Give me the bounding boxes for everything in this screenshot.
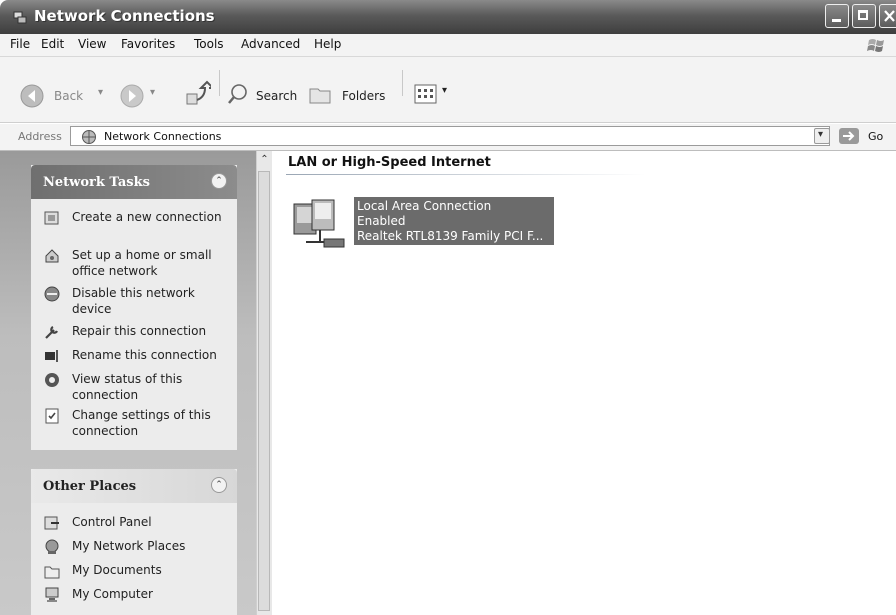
other-places-header[interactable]: Other Places ⌃ [31, 469, 237, 503]
views-icon [414, 84, 437, 104]
network-places-icon [45, 539, 59, 554]
rename-icon [45, 350, 58, 362]
back-dropdown-icon[interactable]: ▾ [98, 87, 103, 98]
standard-toolbar: Back ▾ ▾ Search Folders ▾ [0, 57, 896, 123]
settings-icon [45, 408, 59, 424]
search-label: Search [256, 89, 298, 103]
back-button[interactable]: Back ▾ [20, 84, 120, 110]
address-label: Address [18, 130, 62, 143]
forward-dropdown-icon[interactable]: ▾ [150, 87, 155, 98]
task-pane: Network Tasks ⌃ Create a new connection … [0, 151, 256, 615]
network-tasks-title: Network Tasks [43, 175, 150, 190]
task-label: Create a new connection [72, 210, 222, 224]
scroll-thumb[interactable] [258, 171, 270, 611]
disable-network-icon [44, 286, 60, 302]
go-arrow-icon [839, 128, 859, 144]
forward-arrow-icon [120, 84, 144, 108]
menu-bar: File Edit View Favorites Tools Advanced … [0, 34, 896, 57]
go-label: Go [868, 130, 884, 143]
place-label: My Network Places [72, 539, 186, 553]
toolbar-separator [219, 70, 220, 96]
menu-help[interactable]: Help [314, 37, 341, 51]
task-label: View status of this connection [72, 372, 183, 402]
group-divider [286, 174, 646, 175]
lan-connection-icon[interactable] [290, 198, 354, 252]
control-panel-icon [44, 516, 59, 530]
menu-favorites[interactable]: Favorites [121, 37, 175, 51]
menu-edit[interactable]: Edit [41, 37, 64, 51]
connection-name: Local Area Connection [357, 199, 492, 213]
home-network-icon [45, 249, 59, 263]
forward-button[interactable]: ▾ [118, 84, 158, 110]
chevron-down-icon: ▾ [818, 129, 824, 140]
back-label: Back [54, 89, 84, 103]
search-icon [228, 84, 247, 104]
title-bar[interactable]: Network Connections [0, 0, 896, 34]
group-header: LAN or High-Speed Internet [288, 155, 491, 170]
local-area-connection-item[interactable]: Local Area Connection Enabled Realtek RT… [354, 197, 554, 245]
menu-view[interactable]: View [78, 37, 106, 51]
network-connections-icon [82, 130, 96, 144]
windows-logo-icon [867, 39, 884, 52]
address-dropdown-button[interactable]: ▾ [814, 128, 830, 144]
new-connection-icon [44, 211, 59, 225]
close-button[interactable] [879, 4, 896, 28]
menu-tools[interactable]: Tools [194, 37, 224, 51]
connection-device: Realtek RTL8139 Family PCI F... [357, 229, 544, 243]
other-places-title: Other Places [43, 479, 137, 494]
computer-icon [45, 587, 59, 602]
task-label: Change settings of this connection [72, 408, 211, 438]
minimize-icon [832, 19, 841, 22]
views-button[interactable]: ▾ [414, 83, 458, 107]
task-label: Rename this connection [72, 348, 217, 362]
address-bar: Address Network Connections ▾ Go [0, 124, 896, 151]
repair-icon [45, 326, 58, 339]
network-tasks-header[interactable]: Network Tasks ⌃ [31, 165, 237, 199]
connections-view: LAN or High-Speed Internet Local Area Co… [272, 151, 896, 615]
minimize-button[interactable] [825, 4, 849, 28]
collapse-icon[interactable]: ⌃ [211, 173, 227, 189]
up-folder-icon[interactable] [183, 80, 211, 108]
other-places-panel: Other Places ⌃ Control Panel My Network … [31, 469, 237, 615]
folders-button[interactable]: Folders [308, 82, 392, 108]
window-title: Network Connections [34, 7, 215, 25]
network-folder-icon [13, 11, 27, 24]
views-dropdown-icon[interactable]: ▾ [442, 85, 447, 96]
place-label: My Computer [72, 587, 153, 601]
network-tasks-panel: Network Tasks ⌃ Create a new connection … [31, 165, 237, 450]
menu-advanced[interactable]: Advanced [241, 37, 300, 51]
go-button[interactable]: Go [838, 127, 888, 145]
close-icon [884, 10, 895, 22]
collapse-icon[interactable]: ⌃ [211, 477, 227, 493]
maximize-button[interactable] [852, 4, 876, 28]
back-arrow-icon [20, 84, 44, 108]
task-label: Disable this network device [72, 286, 195, 316]
menu-file[interactable]: File [10, 37, 30, 51]
connection-status: Enabled [357, 214, 406, 228]
documents-icon [44, 566, 60, 579]
scroll-up-icon[interactable]: ⌃ [257, 153, 272, 167]
search-button[interactable]: Search [226, 82, 304, 108]
explorer-window: Network Connections File Edit View Favor… [0, 0, 896, 615]
address-value[interactable]: Network Connections [104, 130, 221, 143]
task-label: Set up a home or small office network [72, 248, 212, 278]
folders-label: Folders [342, 89, 386, 103]
place-label: Control Panel [72, 515, 152, 529]
task-label: Repair this connection [72, 324, 207, 338]
place-label: My Documents [72, 563, 162, 577]
toolbar-separator [402, 70, 403, 96]
task-pane-scrollbar[interactable]: ⌃ [256, 151, 272, 615]
status-icon [45, 373, 59, 387]
maximize-icon [858, 10, 868, 20]
folders-icon [309, 88, 331, 104]
